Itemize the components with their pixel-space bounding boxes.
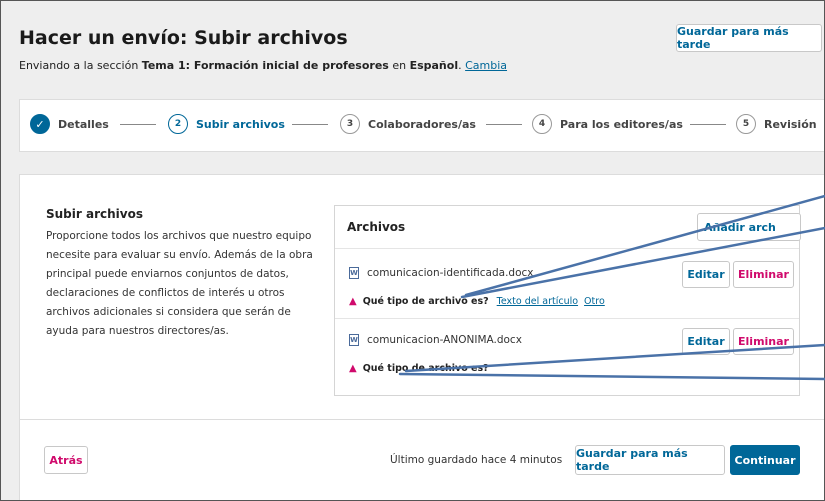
form-footer: Atrás Último guardado hace 4 minutos Gua…	[19, 419, 824, 500]
file-type-prompt: ▲ Qué tipo de archivo es? Texto del artí…	[349, 296, 605, 307]
continue-button[interactable]: Continuar	[730, 445, 800, 475]
file-type-other[interactable]: Otro	[584, 296, 605, 307]
file-item: W comunicacion-ANONIMA.docx	[349, 334, 522, 346]
step-number: 4	[532, 114, 552, 134]
step-contributors[interactable]: 3 Colaboradores/as	[340, 114, 476, 134]
step-connector	[120, 124, 156, 125]
add-file-button[interactable]: Añadir arch	[697, 213, 801, 241]
delete-file-button[interactable]: Eliminar	[733, 261, 794, 288]
step-editors[interactable]: 4 Para los editores/as	[532, 114, 683, 134]
word-doc-icon: W	[349, 334, 359, 346]
warning-icon: ▲	[349, 296, 357, 307]
page-title: Hacer un envío: Subir archivos	[19, 27, 348, 49]
section-info: Enviando a la sección Tema 1: Formación …	[19, 59, 508, 72]
files-panel: Archivos Añadir arch W comunicacion-iden…	[334, 205, 801, 396]
delete-file-button[interactable]: Eliminar	[733, 328, 794, 355]
upload-title: Subir archivos	[46, 207, 143, 221]
file-type-prompt: ▲ Qué tipo de archivo es?	[349, 363, 489, 374]
edit-file-button[interactable]: Editar	[682, 328, 730, 355]
edit-file-button[interactable]: Editar	[682, 261, 730, 288]
save-later-button-top[interactable]: Guardar para más tarde	[676, 24, 822, 52]
step-connector	[292, 124, 328, 125]
warning-icon: ▲	[349, 363, 357, 374]
step-connector	[486, 124, 522, 125]
progress-steps: ✓ Detalles 2 Subir archivos 3 Colaborado…	[19, 99, 824, 152]
word-doc-icon: W	[349, 267, 359, 279]
section-name: Tema 1: Formación inicial de profesores	[141, 59, 389, 72]
upload-section: Subir archivos Proporcione todos los arc…	[19, 174, 824, 419]
last-saved-status: Último guardado hace 4 minutos	[390, 454, 563, 466]
step-review[interactable]: 5 Revisión	[736, 114, 817, 134]
divider	[335, 318, 799, 319]
file-type-article-text[interactable]: Texto del artículo	[497, 296, 578, 307]
change-section-link[interactable]: Cambia	[465, 59, 507, 72]
save-later-button[interactable]: Guardar para más tarde	[575, 445, 725, 475]
back-button[interactable]: Atrás	[44, 446, 88, 474]
step-number: 5	[736, 114, 756, 134]
app-frame: Hacer un envío: Subir archivos Enviando …	[0, 0, 825, 501]
upload-description: Proporcione todos los archivos que nuest…	[46, 230, 313, 337]
files-title: Archivos	[347, 220, 406, 234]
file-name: comunicacion-ANONIMA.docx	[367, 334, 522, 346]
step-details[interactable]: ✓ Detalles	[30, 114, 109, 134]
divider	[335, 248, 799, 249]
step-number: 3	[340, 114, 360, 134]
step-upload[interactable]: 2 Subir archivos	[168, 114, 285, 134]
page-header: Hacer un envío: Subir archivos Enviando …	[1, 1, 824, 91]
file-name: comunicacion-identificada.docx	[367, 267, 534, 279]
step-connector	[690, 124, 726, 125]
check-icon: ✓	[30, 114, 50, 134]
language-name: Español	[409, 59, 459, 72]
file-item: W comunicacion-identificada.docx	[349, 267, 533, 279]
step-number: 2	[168, 114, 188, 134]
